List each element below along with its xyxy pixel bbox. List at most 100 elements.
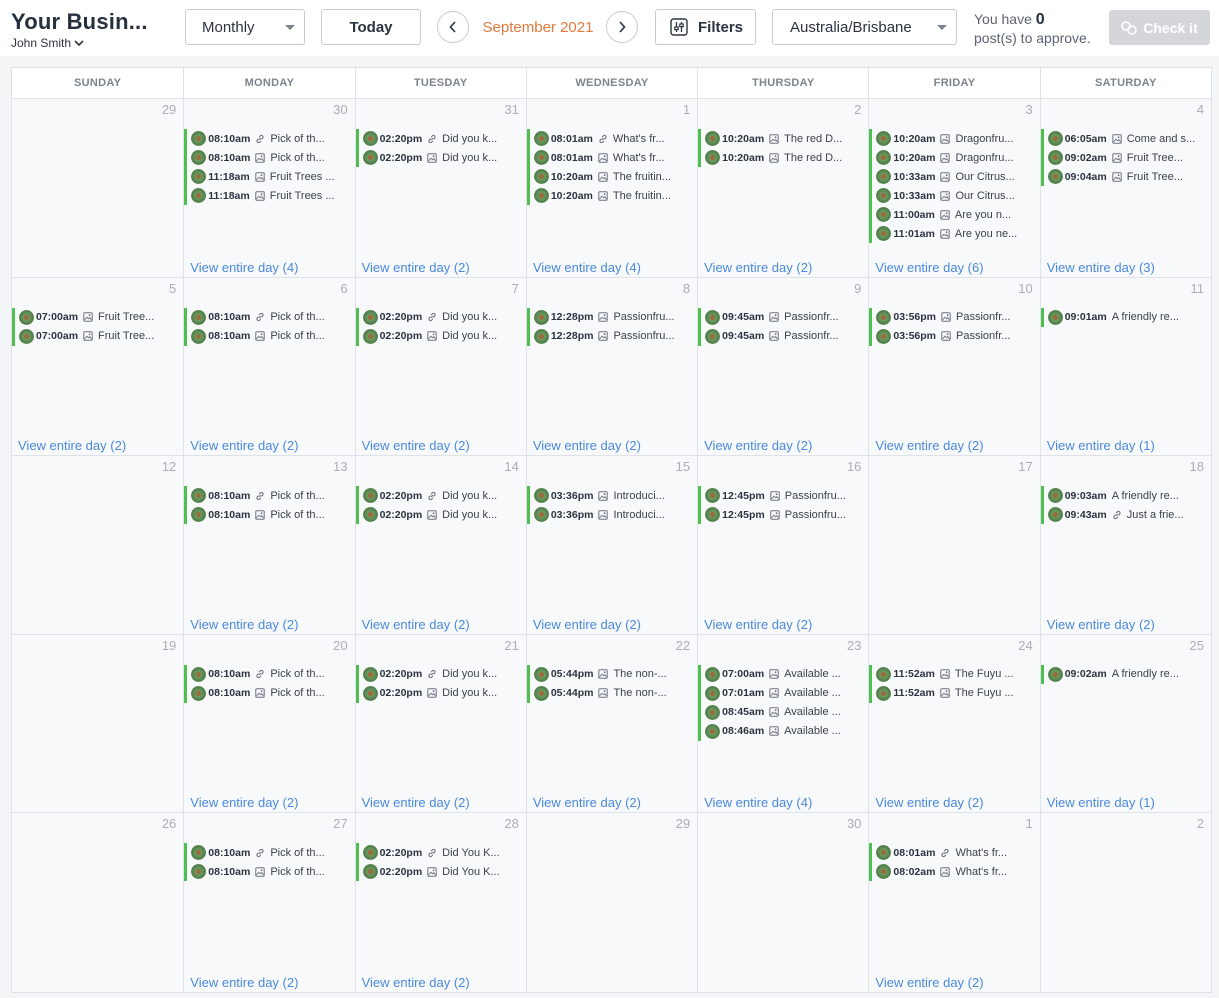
scheduled-post[interactable]: 11:18am Fruit Trees ... — [184, 186, 350, 205]
scheduled-post[interactable]: 09:45am Passionfr... — [698, 307, 864, 327]
scheduled-post[interactable]: 09:45am Passionfr... — [698, 326, 864, 346]
view-entire-day-link[interactable]: View entire day (2) — [875, 795, 983, 810]
day-cell[interactable]: 18 09:03am A friendly re... 09:43am Just a f… — [1039, 456, 1211, 634]
view-entire-day-link[interactable]: View entire day (2) — [190, 438, 298, 453]
scheduled-post[interactable]: 11:00am Are you n... — [869, 205, 1035, 224]
view-entire-day-link[interactable]: View entire day (2) — [875, 438, 983, 453]
scheduled-post[interactable]: 12:28pm Passionfru... — [526, 307, 693, 327]
view-entire-day-link[interactable]: View entire day (2) — [362, 617, 470, 632]
view-entire-day-link[interactable]: View entire day (2) — [533, 438, 641, 453]
scheduled-post[interactable]: 08:01am What's fr... — [526, 148, 693, 167]
business-switcher[interactable]: Your Busin... John Smith — [11, 9, 148, 50]
scheduled-post[interactable]: 11:18am Fruit Trees ... — [184, 167, 350, 186]
scheduled-post[interactable]: 12:28pm Passionfru... — [526, 326, 693, 346]
scheduled-post[interactable]: 08:01am What's fr... — [526, 129, 693, 148]
scheduled-post[interactable]: 02:20pm Did you k... — [355, 307, 522, 327]
scheduled-post[interactable]: 08:10am Pick of th... — [184, 843, 350, 863]
business-name[interactable]: Your Busin... — [11, 9, 148, 35]
scheduled-post[interactable]: 09:02am A friendly re... — [1040, 664, 1207, 684]
view-entire-day-link[interactable]: View entire day (4) — [533, 260, 641, 275]
view-entire-day-link[interactable]: View entire day (2) — [190, 975, 298, 990]
day-cell[interactable]: 6 08:10am Pick of th... 08:10am Pick of th..… — [183, 277, 355, 456]
user-menu[interactable]: John Smith — [11, 36, 148, 50]
day-cell[interactable]: 25 09:02am A friendly re... View entire day… — [1039, 634, 1211, 813]
scheduled-post[interactable]: 09:43am Just a frie... — [1040, 505, 1207, 525]
day-cell[interactable]: 22 05:44pm The non-... 05:44pm The non-... Vi… — [525, 634, 698, 813]
view-entire-day-link[interactable]: View entire day (2) — [704, 438, 812, 453]
view-entire-day-link[interactable]: View entire day (2) — [362, 260, 470, 275]
day-cell[interactable]: 4 06:05am Come and s... 09:02am Fruit Tree..… — [1039, 99, 1211, 277]
scheduled-post[interactable]: 08:10am Pick of th... — [184, 486, 350, 506]
scheduled-post[interactable]: 11:01am Are you ne... — [869, 224, 1035, 243]
scheduled-post[interactable]: 10:20am The fruitin... — [526, 167, 693, 186]
day-cell[interactable]: 1 08:01am What's fr... 08:02am What's fr... V… — [868, 813, 1040, 992]
view-mode-select[interactable]: Monthly — [185, 9, 305, 45]
scheduled-post[interactable]: 10:20am The red D... — [698, 148, 864, 167]
scheduled-post[interactable]: 08:10am Pick of th... — [184, 664, 350, 684]
view-entire-day-link[interactable]: View entire day (3) — [1047, 260, 1155, 275]
scheduled-post[interactable]: 08:01am What's fr... — [869, 843, 1035, 863]
scheduled-post[interactable]: 11:52am The Fuyu ... — [869, 683, 1035, 703]
day-cell[interactable]: 17 — [868, 456, 1040, 634]
view-entire-day-link[interactable]: View entire day (1) — [1047, 438, 1155, 453]
view-entire-day-link[interactable]: View entire day (2) — [362, 975, 470, 990]
scheduled-post[interactable]: 08:10am Pick of th... — [184, 505, 350, 525]
day-cell[interactable]: 21 02:20pm Did you k... 02:20pm Did you k...… — [354, 634, 526, 813]
scheduled-post[interactable]: 09:01am A friendly re... — [1040, 307, 1207, 327]
today-button[interactable]: Today — [321, 9, 421, 45]
day-cell[interactable]: 14 02:20pm Did you k... 02:20pm Did you k...… — [354, 456, 526, 634]
scheduled-post[interactable]: 10:20am The fruitin... — [526, 186, 693, 205]
scheduled-post[interactable]: 07:00am Fruit Tree... — [12, 307, 179, 327]
filters-button[interactable]: Filters — [655, 9, 756, 45]
scheduled-post[interactable]: 08:10am Pick of th... — [184, 326, 350, 346]
day-cell[interactable]: 31 02:20pm Did you k... 02:20pm Did you k...… — [354, 99, 526, 277]
scheduled-post[interactable]: 10:20am The red D... — [698, 129, 864, 148]
scheduled-post[interactable]: 02:20pm Did you k... — [355, 664, 522, 684]
scheduled-post[interactable]: 08:10am Pick of th... — [184, 683, 350, 703]
scheduled-post[interactable]: 07:00am Available ... — [698, 664, 864, 684]
scheduled-post[interactable]: 06:05am Come and s... — [1040, 129, 1207, 148]
day-cell[interactable]: 10 03:56pm Passionfr... 03:56pm Passionfr...… — [868, 277, 1040, 456]
previous-month-button[interactable] — [437, 11, 469, 43]
scheduled-post[interactable]: 03:36pm Introduci... — [526, 486, 693, 506]
scheduled-post[interactable]: 05:44pm The non-... — [526, 683, 693, 703]
day-cell[interactable]: 9 09:45am Passionfr... 09:45am Passionfr... V… — [697, 277, 869, 456]
view-entire-day-link[interactable]: View entire day (2) — [704, 260, 812, 275]
day-cell[interactable]: 1 08:01am What's fr... 08:01am What's fr... 1… — [525, 99, 698, 277]
scheduled-post[interactable]: 08:10am Pick of th... — [184, 129, 350, 148]
day-cell[interactable]: 16 12:45pm Passionfru... 12:45pm Passionfru.… — [697, 456, 869, 634]
scheduled-post[interactable]: 08:45am Available ... — [698, 702, 864, 722]
view-entire-day-link[interactable]: View entire day (2) — [362, 795, 470, 810]
day-cell[interactable]: 24 11:52am The Fuyu ... 11:52am The Fuyu ...… — [868, 634, 1040, 813]
day-cell[interactable]: 5 07:00am Fruit Tree... 07:00am Fruit Tree..… — [12, 277, 184, 456]
view-entire-day-link[interactable]: View entire day (2) — [362, 438, 470, 453]
scheduled-post[interactable]: 05:44pm The non-... — [526, 664, 693, 684]
day-cell[interactable]: 2 10:20am The red D... 10:20am The red D... V… — [697, 99, 869, 277]
scheduled-post[interactable]: 08:46am Available ... — [698, 721, 864, 741]
scheduled-post[interactable]: 09:03am A friendly re... — [1040, 486, 1207, 506]
day-cell[interactable]: 23 07:00am Available ... 07:01am Available .… — [697, 634, 869, 813]
view-entire-day-link[interactable]: View entire day (2) — [533, 617, 641, 632]
view-entire-day-link[interactable]: View entire day (2) — [533, 795, 641, 810]
scheduled-post[interactable]: 02:20pm Did you k... — [355, 486, 522, 506]
day-cell[interactable]: 30 08:10am Pick of th... 08:10am Pick of th.… — [183, 99, 355, 277]
scheduled-post[interactable]: 10:33am Our Citrus... — [869, 167, 1035, 186]
day-cell[interactable]: 30 — [697, 813, 869, 992]
scheduled-post[interactable]: 08:10am Pick of th... — [184, 148, 350, 167]
scheduled-post[interactable]: 02:20pm Did You K... — [355, 862, 522, 882]
day-cell[interactable]: 15 03:36pm Introduci... 03:36pm Introduci...… — [525, 456, 698, 634]
scheduled-post[interactable]: 09:04am Fruit Tree... — [1040, 167, 1207, 186]
scheduled-post[interactable]: 12:45pm Passionfru... — [698, 505, 864, 525]
scheduled-post[interactable]: 02:20pm Did You K... — [355, 843, 522, 863]
scheduled-post[interactable]: 03:36pm Introduci... — [526, 505, 693, 525]
timezone-select[interactable]: Australia/Brisbane — [772, 9, 957, 45]
scheduled-post[interactable]: 07:01am Available ... — [698, 683, 864, 703]
day-cell[interactable]: 19 — [12, 634, 184, 813]
view-entire-day-link[interactable]: View entire day (2) — [190, 617, 298, 632]
view-entire-day-link[interactable]: View entire day (2) — [18, 438, 126, 453]
day-cell[interactable]: 28 02:20pm Did You K... 02:20pm Did You K...… — [354, 813, 526, 992]
scheduled-post[interactable]: 09:02am Fruit Tree... — [1040, 148, 1207, 167]
scheduled-post[interactable]: 02:20pm Did you k... — [355, 148, 522, 167]
view-entire-day-link[interactable]: View entire day (2) — [1047, 617, 1155, 632]
day-cell[interactable]: 27 08:10am Pick of th... 08:10am Pick of th.… — [183, 813, 355, 992]
